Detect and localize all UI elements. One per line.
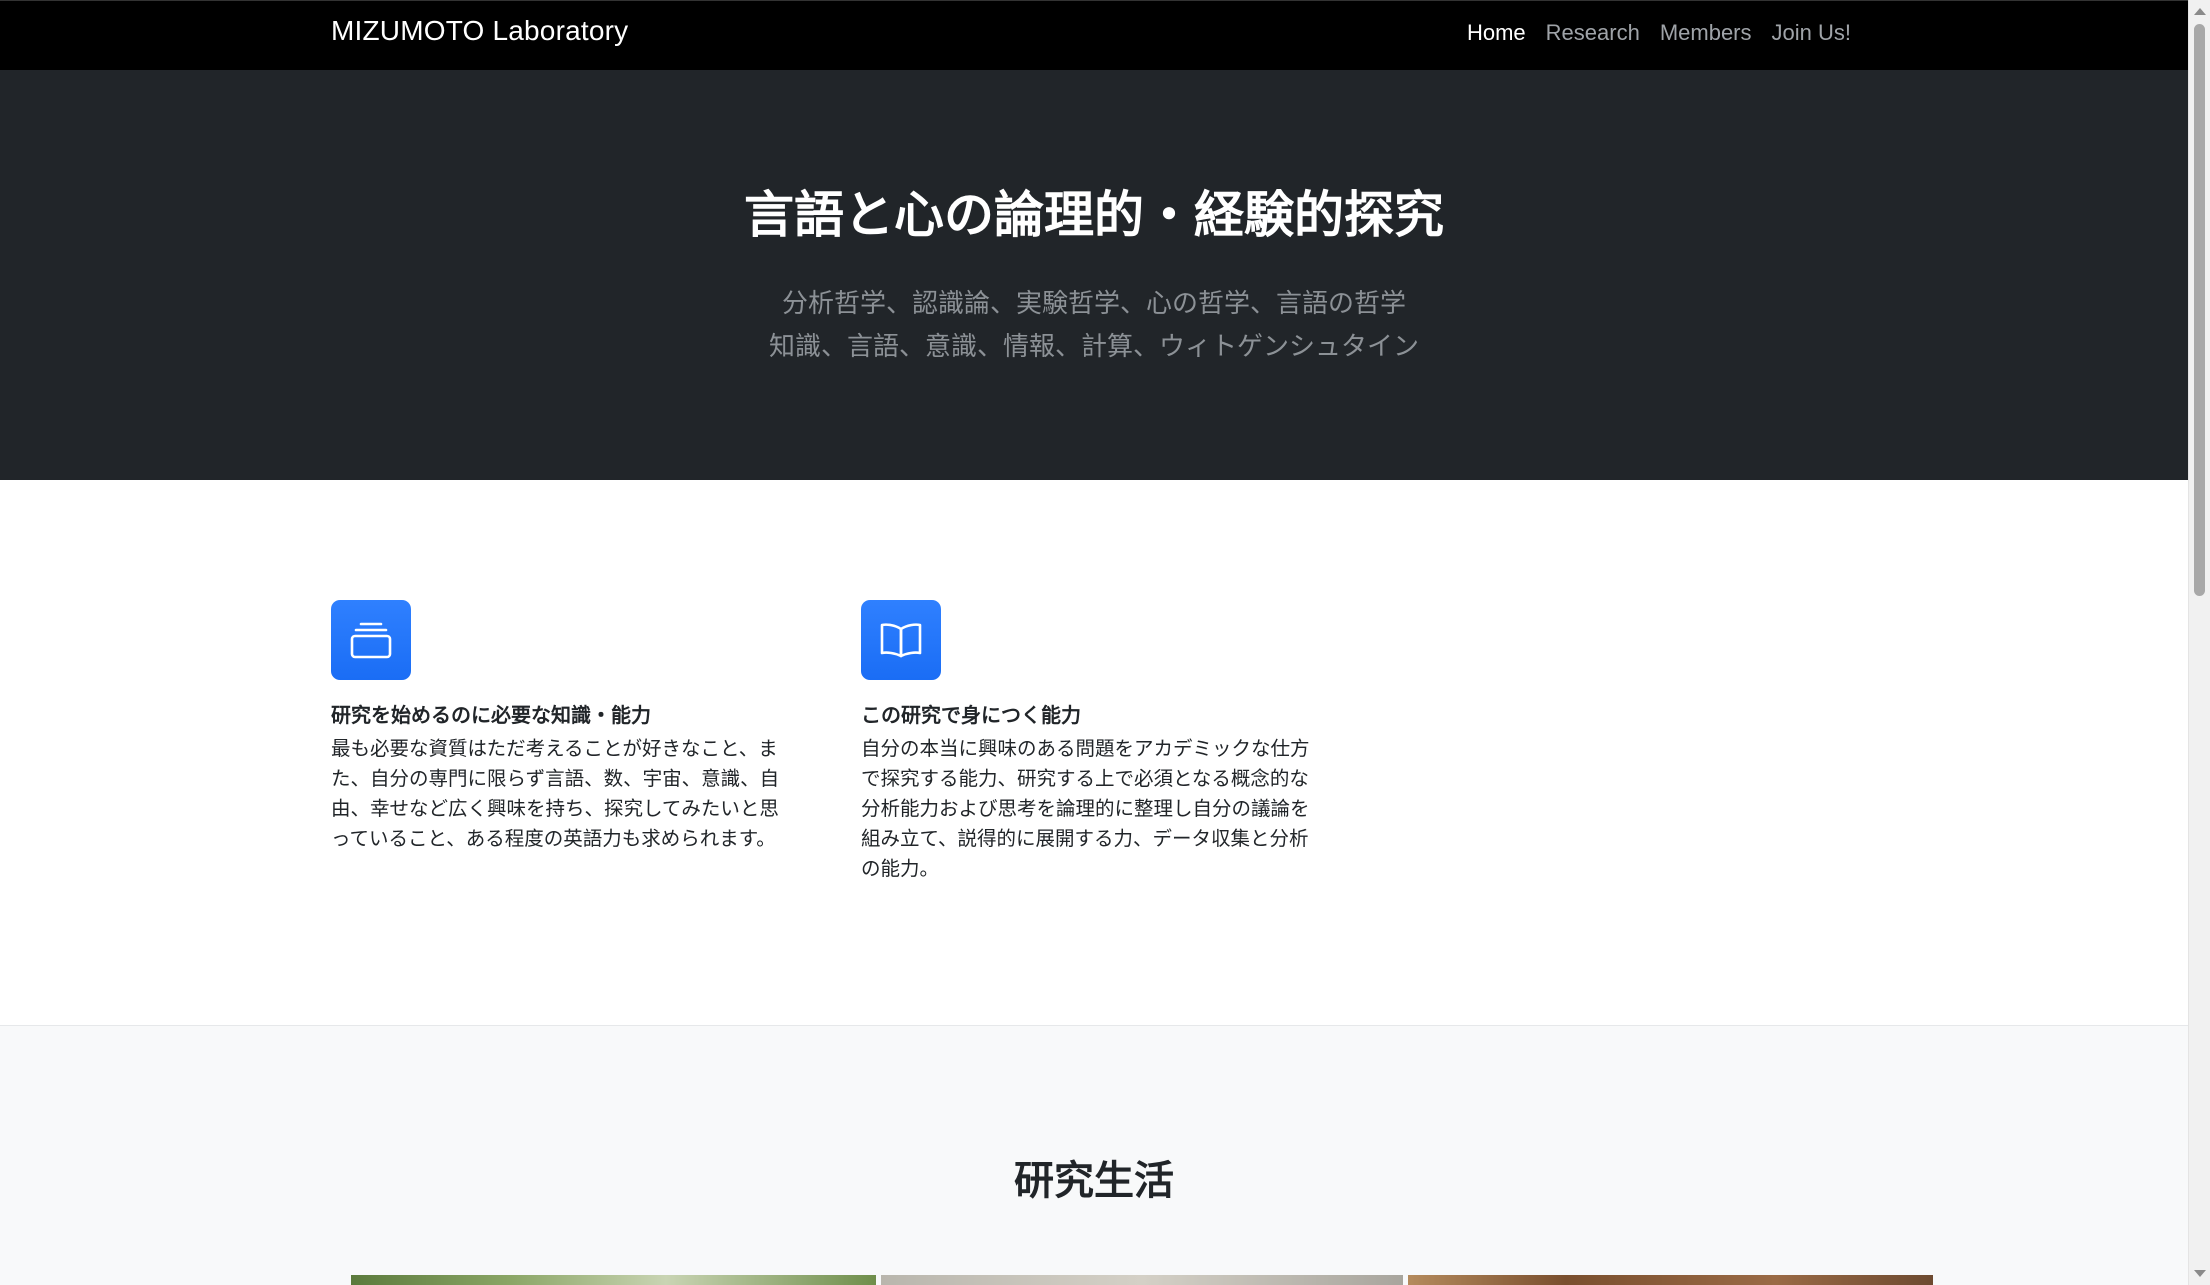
- section-heading: 研究生活: [1014, 1158, 1174, 1204]
- feature-description-line: 由、幸せなど広く興味を持ち、探究してみたいと思: [331, 797, 779, 820]
- feature-description-line: 自分の本当に興味のある問題をアカデミックな仕方: [861, 737, 1310, 760]
- research-life-section: 研究生活: [0, 1025, 2188, 1285]
- feature-description-line: た、自分の専門に限らず言語、数、宇宙、意識、自: [331, 767, 780, 790]
- scroll-up-arrow-icon[interactable]: [2194, 8, 2206, 15]
- brand-link[interactable]: MIZUMOTO Laboratory: [331, 15, 628, 47]
- scroll-down-arrow-icon[interactable]: [2194, 1270, 2206, 1277]
- feature-description-line: 最も必要な資質はただ考えることが好きなこと、ま: [331, 737, 778, 760]
- scrollbar-thumb[interactable]: [2194, 24, 2205, 596]
- feature-required-skills: 研究を始めるのに必要な知識・能力 最も必要な資質はただ考えることが好きなこと、ま…: [331, 600, 801, 854]
- nav-members[interactable]: Members: [1660, 20, 1752, 46]
- feature-acquired-skills: この研究で身につく能力 自分の本当に興味のある問題をアカデミックな仕方 で探究す…: [861, 600, 1331, 884]
- hero-subtitle-line: 分析哲学、認識論、実験哲学、心の哲学、言語の哲学: [781, 289, 1406, 319]
- feature-title: この研究で身につく能力: [861, 703, 1081, 727]
- feature-description-line: 組み立て、説得的に展開する力、データ収集と分析: [861, 827, 1309, 850]
- collection-icon: [350, 622, 392, 659]
- nav-research[interactable]: Research: [1546, 20, 1640, 46]
- main-nav: Home Research Members Join Us!: [1467, 20, 1851, 46]
- feature-description-line: 分析能力および思考を論理的に整理し自分の議論を: [861, 797, 1310, 820]
- vertical-scrollbar[interactable]: [2188, 0, 2210, 1285]
- features-section: 研究を始めるのに必要な知識・能力 最も必要な資質はただ考えることが好きなこと、ま…: [0, 480, 2188, 1025]
- feature-description: 自分の本当に興味のある問題をアカデミックな仕方 で探究する能力、研究する上で必須…: [861, 734, 1331, 884]
- hero-section: 言語と心の論理的・経験的探究 分析哲学、認識論、実験哲学、心の哲学、言語の哲学 …: [0, 70, 2188, 480]
- hero-subtitle-line: 知識、言語、意識、情報、計算、ウィトゲンシュタイン: [768, 332, 1419, 362]
- feature-icon-box: [861, 600, 941, 680]
- gallery-photo[interactable]: [351, 1275, 876, 1285]
- feature-description-line: の能力。: [861, 857, 940, 880]
- feature-title: 研究を始めるのに必要な知識・能力: [331, 703, 651, 727]
- feature-description: 最も必要な資質はただ考えることが好きなこと、ま た、自分の専門に限らず言語、数、…: [331, 734, 801, 854]
- photo-gallery: [351, 1275, 1933, 1285]
- book-icon: [880, 623, 922, 658]
- nav-join-us[interactable]: Join Us!: [1772, 20, 1851, 46]
- feature-icon-box: [331, 600, 411, 680]
- feature-description-line: で探究する能力、研究する上で必須となる概念的な: [861, 767, 1309, 790]
- gallery-photo[interactable]: [1408, 1275, 1933, 1285]
- hero-title: 言語と心の論理的・経験的探究: [744, 186, 1444, 244]
- browser-viewport: MIZUMOTO Laboratory Home Research Member…: [0, 0, 2210, 1285]
- feature-description-line: っていること、ある程度の英語力も求められます。: [331, 827, 776, 850]
- page: MIZUMOTO Laboratory Home Research Member…: [0, 0, 2188, 1285]
- gallery-photo[interactable]: [881, 1275, 1403, 1285]
- hero-subtitle: 分析哲学、認識論、実験哲学、心の哲学、言語の哲学 知識、言語、意識、情報、計算、…: [0, 283, 2188, 369]
- navbar: MIZUMOTO Laboratory Home Research Member…: [0, 0, 2188, 70]
- nav-home[interactable]: Home: [1467, 20, 1526, 46]
